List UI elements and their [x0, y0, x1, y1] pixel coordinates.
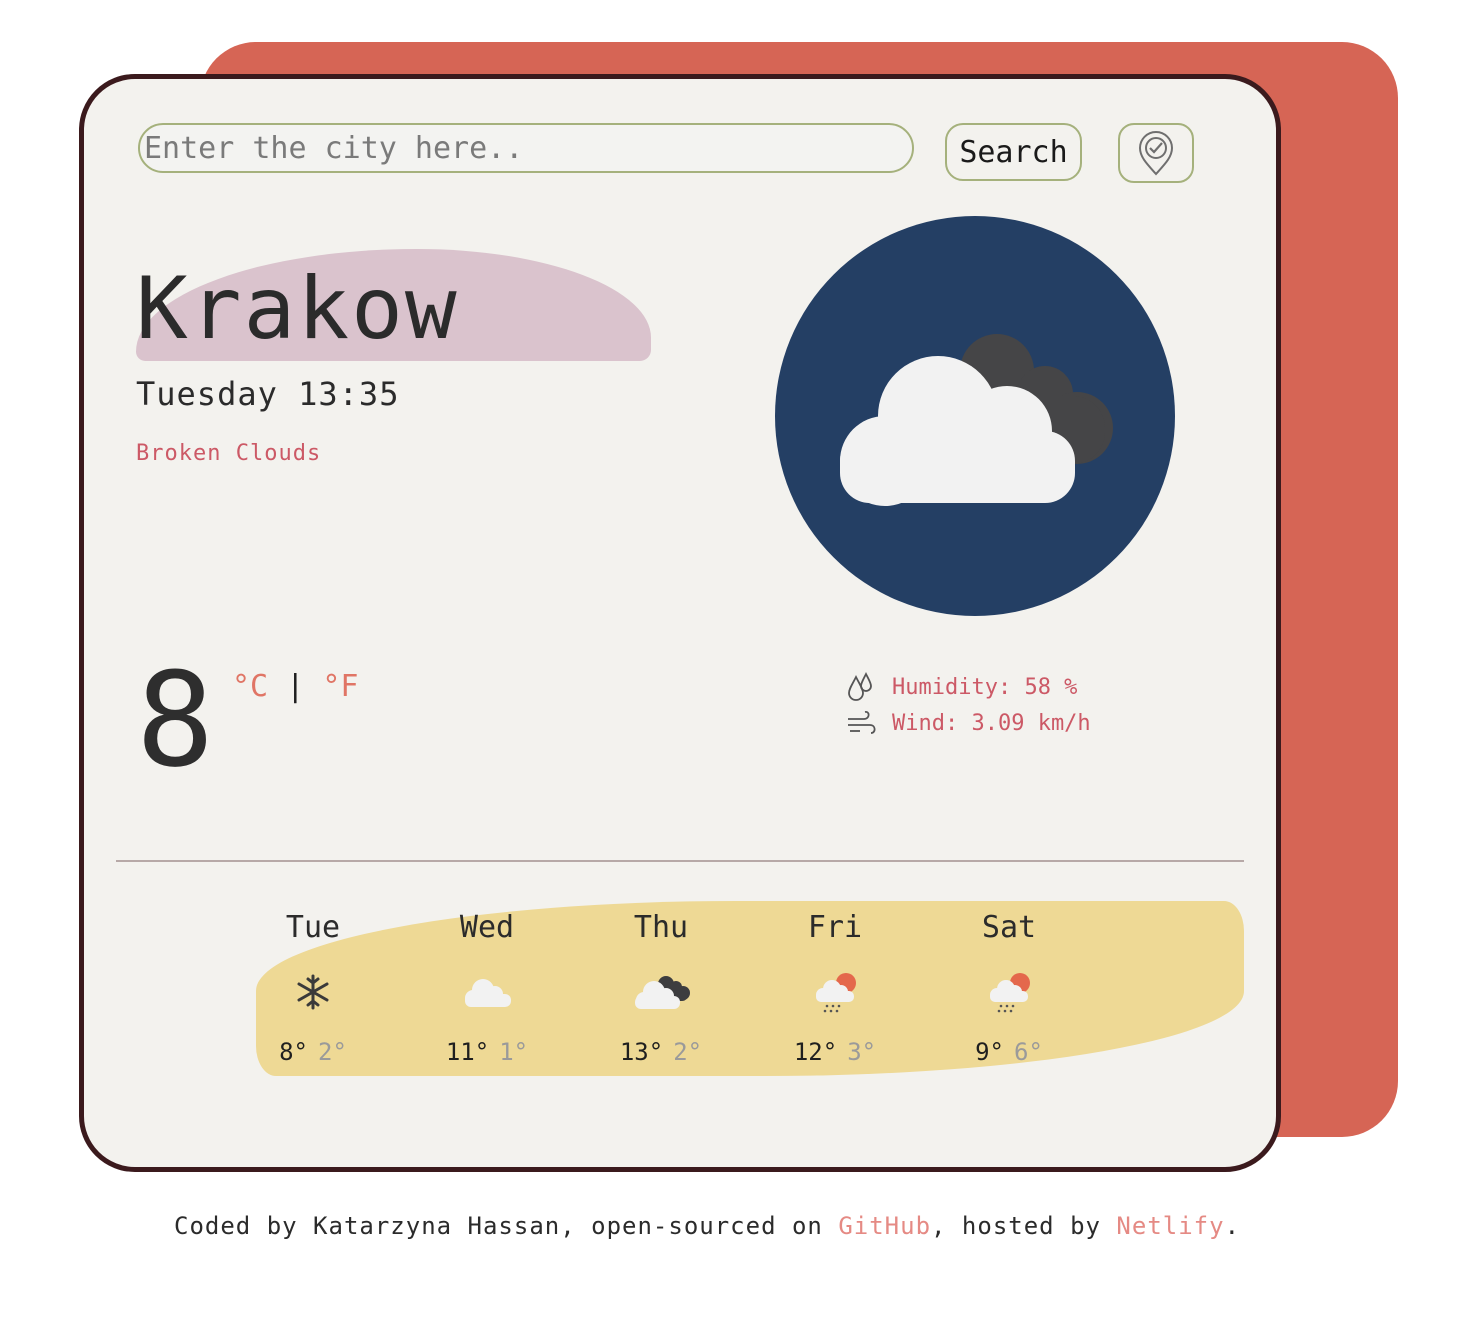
fahrenheit-link[interactable]: °F — [322, 669, 358, 704]
rain-sun-icon — [990, 973, 1030, 1013]
forecast-min: 1° — [499, 1038, 529, 1066]
search-input[interactable] — [138, 123, 914, 173]
footer-middle: , hosted by — [931, 1212, 1117, 1240]
forecast-day-name: Wed — [459, 910, 515, 945]
footer: Coded by Katarzyna Hassan, open-sourced … — [174, 1212, 1240, 1240]
netlify-link[interactable]: Netlify — [1116, 1212, 1224, 1240]
forecast-day-name: Fri — [807, 910, 863, 945]
forecast-day-name: Sat — [981, 910, 1037, 945]
footer-suffix: . — [1224, 1212, 1241, 1240]
broken-clouds-icon — [635, 976, 690, 1009]
wind-value: Wind: 3.09 km/h — [892, 710, 1091, 736]
unit-separator: | — [286, 669, 305, 704]
github-link[interactable]: GitHub — [838, 1212, 931, 1240]
footer-prefix: Coded by Katarzyna Hassan, open-sourced … — [174, 1212, 839, 1240]
humidity-row: Humidity: 58 % — [846, 669, 1091, 705]
forecast-day: Thu 13° 2° — [574, 904, 748, 1066]
forecast-max: 12° — [793, 1038, 838, 1066]
city-name: Krakow — [136, 259, 459, 359]
humidity-value: Humidity: 58 % — [892, 674, 1078, 700]
current-weather-icon — [775, 216, 1175, 616]
wind-row: Wind: 3.09 km/h — [846, 705, 1091, 741]
weather-card: Search Krakow Tuesday 13:35 Broken Cloud… — [79, 74, 1281, 1172]
wind-icon — [848, 711, 876, 734]
forecast-day: Wed 11° 1° — [400, 904, 574, 1066]
snow-icon — [297, 974, 329, 1010]
section-divider — [116, 860, 1244, 862]
forecast-min: 2° — [318, 1038, 347, 1066]
forecast-list: Tue 8° 2° Wed 11° 1° Thu 13° 2° Fri 12° … — [226, 904, 1096, 1066]
weather-stats: Humidity: 58 % Wind: 3.09 km/h — [846, 669, 1091, 741]
unit-toggle: °C | °F — [232, 669, 358, 704]
forecast-min: 3° — [847, 1038, 877, 1066]
forecast-min: 2° — [673, 1038, 703, 1066]
current-temperature: 8 — [136, 644, 215, 796]
forecast-max: 13° — [619, 1038, 664, 1066]
date-time: Tuesday 13:35 — [136, 375, 400, 413]
weather-description: Broken Clouds — [136, 441, 322, 466]
rain-sun-icon — [816, 973, 856, 1013]
forecast-day: Tue 8° 2° — [226, 904, 400, 1066]
humidity-drops-icon — [848, 671, 872, 701]
cloud-icon — [465, 979, 511, 1007]
forecast-day: Fri 12° 3° — [748, 904, 922, 1066]
celsius-link[interactable]: °C — [232, 669, 268, 704]
search-button[interactable]: Search — [945, 123, 1082, 181]
location-pin-check-icon — [1138, 131, 1174, 176]
current-location-button[interactable] — [1118, 123, 1194, 183]
forecast-max: 11° — [445, 1038, 490, 1066]
forecast-day: Sat 9° 6° — [922, 904, 1096, 1066]
forecast-day-name: Tue — [285, 910, 341, 945]
forecast-max: 8° — [279, 1038, 308, 1066]
broken-clouds-icon — [840, 334, 1113, 506]
forecast-day-name: Thu — [633, 910, 689, 945]
forecast-max: 9° — [975, 1038, 1004, 1066]
forecast-min: 6° — [1014, 1038, 1043, 1066]
